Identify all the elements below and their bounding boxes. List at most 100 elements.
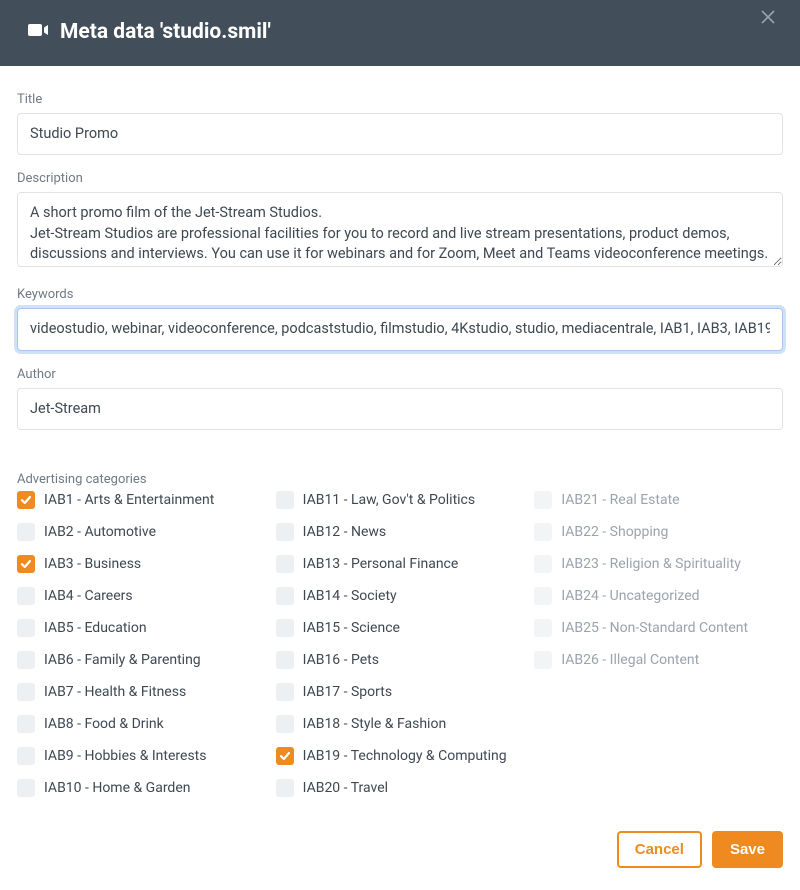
category-label: IAB23 - Religion & Spirituality (561, 556, 740, 572)
category-item: IAB26 - Illegal Content (534, 651, 783, 669)
description-label: Description (17, 171, 783, 186)
category-item: IAB23 - Religion & Spirituality (534, 555, 783, 573)
category-item: IAB25 - Non-Standard Content (534, 619, 783, 637)
category-label: IAB25 - Non-Standard Content (561, 620, 748, 636)
modal-body: Title Description Keywords Author Advert… (0, 66, 800, 817)
field-keywords: Keywords (17, 287, 783, 350)
category-checkbox[interactable] (17, 523, 35, 541)
category-checkbox[interactable] (276, 715, 294, 733)
category-checkbox[interactable] (17, 491, 35, 509)
category-label: IAB10 - Home & Garden (44, 780, 190, 796)
category-checkbox[interactable] (17, 715, 35, 733)
category-item[interactable]: IAB1 - Arts & Entertainment (17, 491, 266, 509)
category-item[interactable]: IAB19 - Technology & Computing (276, 747, 525, 765)
save-button[interactable]: Save (712, 831, 783, 868)
dialog-title: Meta data 'studio.smil' (60, 20, 271, 44)
category-item[interactable]: IAB14 - Society (276, 587, 525, 605)
category-label: IAB6 - Family & Parenting (44, 652, 201, 668)
category-checkbox[interactable] (276, 779, 294, 797)
categories-section-label: Advertising categories (17, 472, 783, 487)
category-checkbox (534, 523, 552, 541)
category-label: IAB12 - News (303, 524, 387, 540)
category-checkbox[interactable] (276, 491, 294, 509)
description-input[interactable] (17, 192, 783, 267)
video-camera-icon (26, 18, 50, 46)
category-label: IAB4 - Careers (44, 588, 133, 604)
category-label: IAB16 - Pets (303, 652, 379, 668)
category-label: IAB7 - Health & Fitness (44, 684, 186, 700)
category-checkbox[interactable] (276, 619, 294, 637)
categories-grid: IAB1 - Arts & Entertainment IAB2 - Automo… (17, 491, 783, 797)
category-item[interactable]: IAB20 - Travel (276, 779, 525, 797)
author-label: Author (17, 367, 783, 382)
category-item: IAB22 - Shopping (534, 523, 783, 541)
category-item[interactable]: IAB6 - Family & Parenting (17, 651, 266, 669)
category-checkbox[interactable] (276, 587, 294, 605)
category-item[interactable]: IAB18 - Style & Fashion (276, 715, 525, 733)
category-item[interactable]: IAB17 - Sports (276, 683, 525, 701)
category-checkbox[interactable] (17, 747, 35, 765)
category-checkbox[interactable] (17, 779, 35, 797)
category-label: IAB3 - Business (44, 556, 141, 572)
category-checkbox (534, 651, 552, 669)
category-label: IAB5 - Education (44, 620, 147, 636)
category-checkbox[interactable] (17, 619, 35, 637)
category-checkbox[interactable] (17, 587, 35, 605)
category-item[interactable]: IAB13 - Personal Finance (276, 555, 525, 573)
category-label: IAB9 - Hobbies & Interests (44, 748, 206, 764)
category-label: IAB18 - Style & Fashion (303, 716, 447, 732)
category-checkbox[interactable] (276, 523, 294, 541)
author-input[interactable] (17, 388, 783, 430)
category-label: IAB24 - Uncategorized (561, 588, 699, 604)
category-checkbox[interactable] (17, 651, 35, 669)
category-checkbox (534, 619, 552, 637)
field-author: Author (17, 367, 783, 430)
category-item[interactable]: IAB3 - Business (17, 555, 266, 573)
category-label: IAB11 - Law, Gov't & Politics (303, 492, 475, 508)
category-item[interactable]: IAB5 - Education (17, 619, 266, 637)
category-label: IAB15 - Science (303, 620, 400, 636)
category-label: IAB13 - Personal Finance (303, 556, 459, 572)
category-checkbox[interactable] (276, 651, 294, 669)
category-checkbox[interactable] (276, 683, 294, 701)
category-item: IAB24 - Uncategorized (534, 587, 783, 605)
keywords-label: Keywords (17, 287, 783, 302)
modal-header: Meta data 'studio.smil' (0, 0, 800, 66)
category-label: IAB14 - Society (303, 588, 397, 604)
category-checkbox (534, 555, 552, 573)
cancel-button[interactable]: Cancel (617, 831, 702, 868)
title-input[interactable] (17, 113, 783, 155)
keywords-input[interactable] (17, 308, 783, 350)
category-item[interactable]: IAB4 - Careers (17, 587, 266, 605)
category-label: IAB22 - Shopping (561, 524, 668, 540)
category-item[interactable]: IAB16 - Pets (276, 651, 525, 669)
category-label: IAB19 - Technology & Computing (303, 748, 507, 764)
title-label: Title (17, 92, 783, 107)
category-item: IAB21 - Real Estate (534, 491, 783, 509)
modal-footer: Cancel Save (0, 817, 800, 890)
category-item[interactable]: IAB12 - News (276, 523, 525, 541)
category-label: IAB26 - Illegal Content (561, 652, 699, 668)
category-checkbox (534, 587, 552, 605)
category-item[interactable]: IAB7 - Health & Fitness (17, 683, 266, 701)
close-icon[interactable] (760, 9, 780, 45)
category-item[interactable]: IAB10 - Home & Garden (17, 779, 266, 797)
category-checkbox[interactable] (276, 747, 294, 765)
category-item[interactable]: IAB8 - Food & Drink (17, 715, 266, 733)
category-label: IAB1 - Arts & Entertainment (44, 492, 214, 508)
category-label: IAB17 - Sports (303, 684, 392, 700)
category-label: IAB2 - Automotive (44, 524, 156, 540)
category-label: IAB21 - Real Estate (561, 492, 679, 508)
category-item[interactable]: IAB11 - Law, Gov't & Politics (276, 491, 525, 509)
field-title: Title (17, 92, 783, 155)
category-item[interactable]: IAB15 - Science (276, 619, 525, 637)
category-checkbox (534, 491, 552, 509)
field-description: Description (17, 171, 783, 271)
category-label: IAB20 - Travel (303, 780, 388, 796)
category-item[interactable]: IAB2 - Automotive (17, 523, 266, 541)
category-item[interactable]: IAB9 - Hobbies & Interests (17, 747, 266, 765)
category-label: IAB8 - Food & Drink (44, 716, 164, 732)
category-checkbox[interactable] (17, 683, 35, 701)
category-checkbox[interactable] (17, 555, 35, 573)
category-checkbox[interactable] (276, 555, 294, 573)
